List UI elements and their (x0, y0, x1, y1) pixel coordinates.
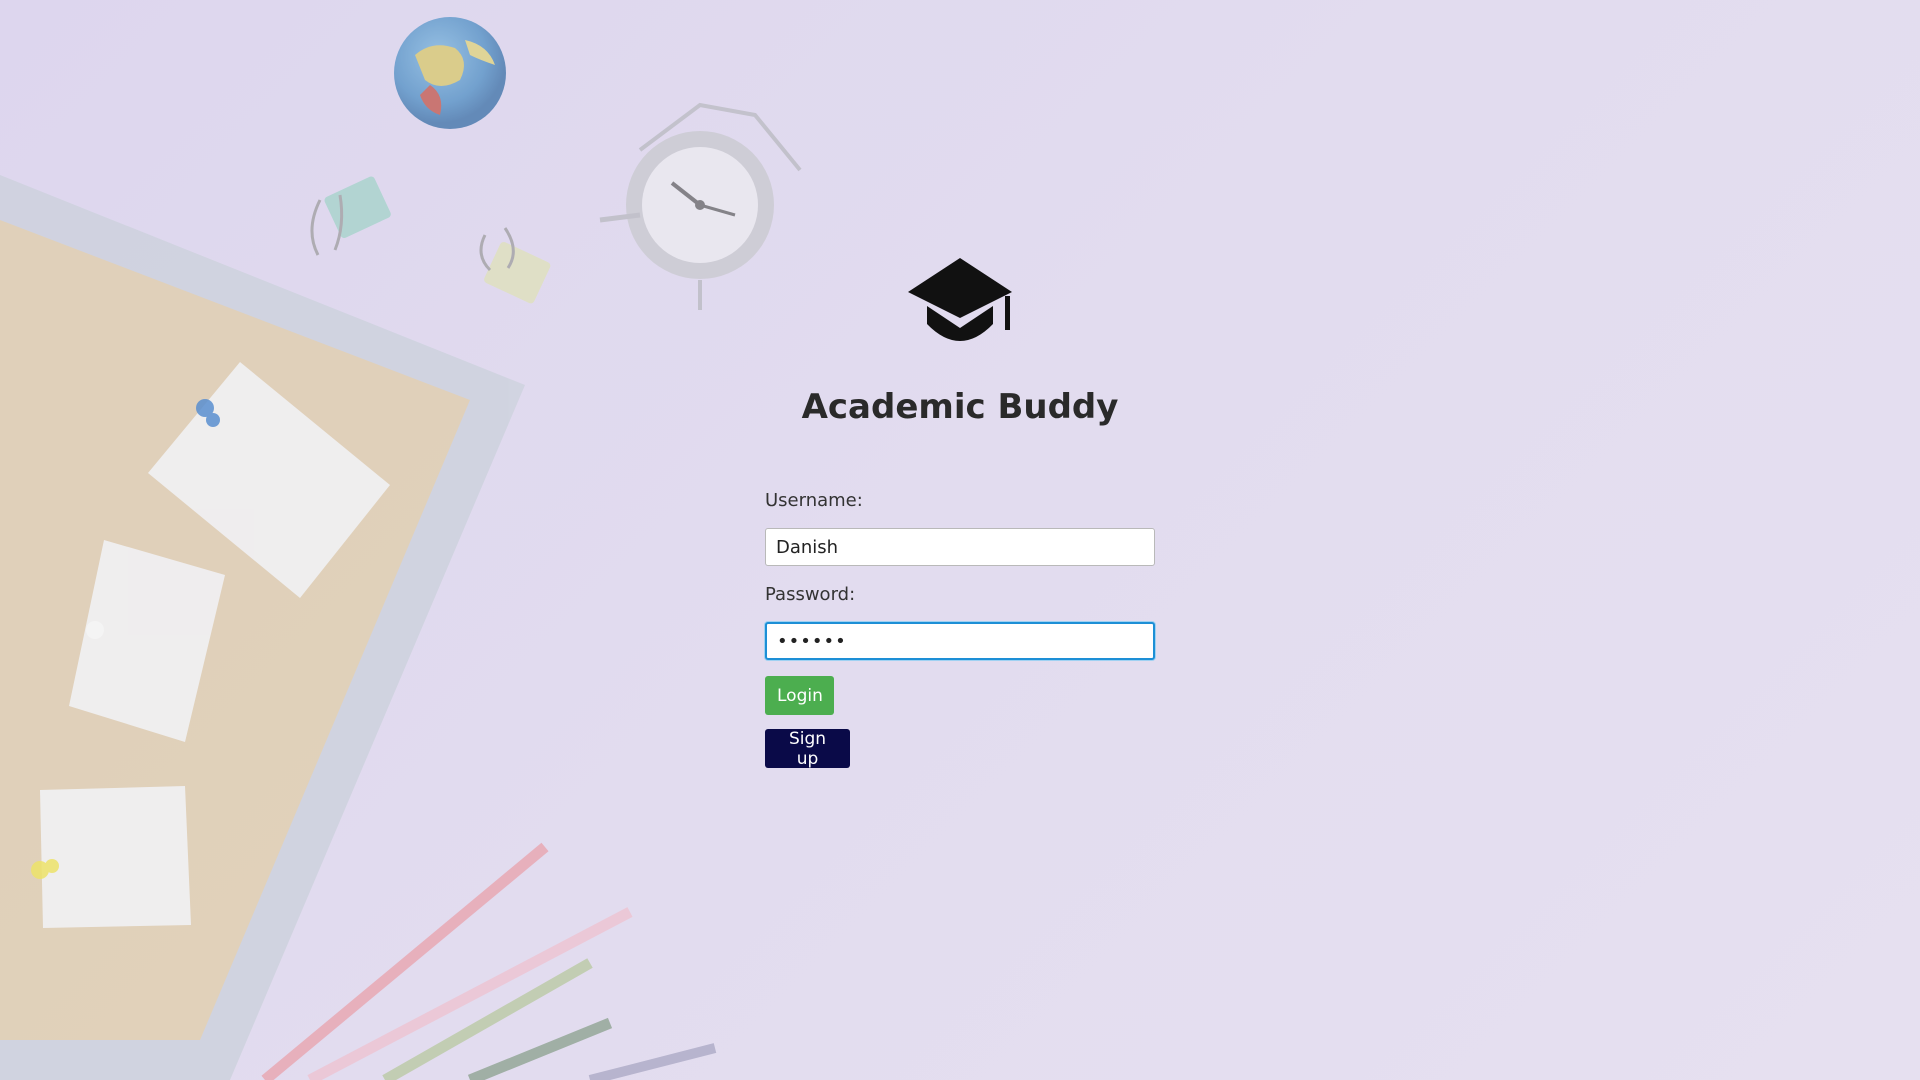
graduation-cap-icon (908, 258, 1012, 341)
username-input[interactable] (765, 528, 1155, 566)
signup-button[interactable]: Sign up (765, 729, 850, 769)
login-button[interactable]: Login (765, 676, 834, 715)
binder-clip-icon (479, 227, 551, 304)
password-label: Password: (765, 584, 856, 605)
pencil-icon (261, 842, 717, 1080)
binder-clip-icon (310, 176, 391, 256)
corkboard-icon (0, 175, 525, 1080)
alarm-clock-icon (599, 102, 802, 310)
globe-icon (394, 17, 506, 129)
app-title: Academic Buddy (801, 387, 1119, 427)
username-label: Username: (765, 490, 863, 511)
password-input[interactable] (765, 622, 1155, 660)
